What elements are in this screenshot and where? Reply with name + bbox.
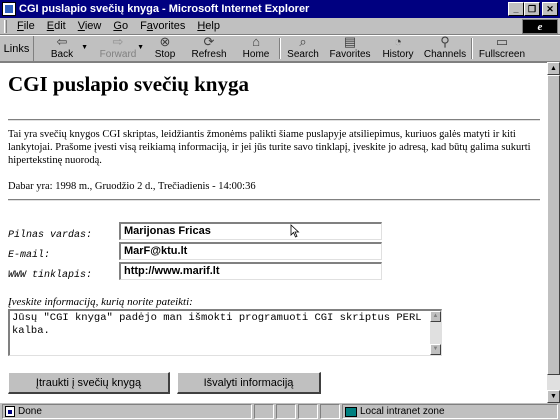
- stop-icon: ⊗: [159, 34, 171, 49]
- forward-dropdown-icon[interactable]: ▼: [137, 44, 144, 51]
- email-label: E-mail:: [8, 250, 51, 261]
- status-text-pane: Done: [2, 404, 252, 419]
- fullscreen-icon: ▭: [495, 34, 509, 49]
- page-title: CGI puslapio svečių knyga: [8, 72, 249, 96]
- website-label: WWW tinklapis:: [8, 270, 93, 281]
- comment-text: Jūsų "CGI knyga" padėjo man išmokti prog…: [12, 312, 428, 337]
- email-input[interactable]: MarF@ktu.lt: [119, 242, 382, 260]
- menu-edit[interactable]: Edit: [41, 20, 72, 32]
- menu-grip[interactable]: [4, 19, 7, 33]
- menu-view[interactable]: View: [72, 20, 108, 32]
- close-button[interactable]: ✕: [542, 2, 558, 16]
- search-button[interactable]: ⌕ Search: [282, 34, 324, 61]
- zone-text: Local intranet zone: [360, 406, 445, 417]
- status-pane-empty: [276, 404, 296, 419]
- menu-file[interactable]: File: [11, 20, 41, 32]
- status-text: Done: [18, 406, 42, 417]
- channels-icon: ⚲: [440, 34, 450, 49]
- refresh-button[interactable]: ⟳ Refresh: [184, 34, 234, 61]
- scroll-up-icon[interactable]: ▲: [547, 62, 560, 75]
- comment-scrollbar[interactable]: ▲ ▼: [430, 311, 441, 355]
- reset-button[interactable]: Išvalyti informaciją: [177, 372, 321, 394]
- security-zone-pane[interactable]: Local intranet zone: [342, 404, 558, 419]
- fullscreen-button[interactable]: ▭ Fullscreen: [474, 34, 530, 61]
- favorites-icon: ▤: [343, 34, 357, 49]
- favorites-button[interactable]: ▤ Favorites: [324, 34, 376, 61]
- name-label: Pilnas vardas:: [8, 230, 93, 241]
- scroll-up-icon[interactable]: ▲: [430, 311, 441, 322]
- comment-textarea[interactable]: Jūsų "CGI knyga" padėjo man išmokti prog…: [8, 309, 442, 356]
- status-bar: Done Local intranet zone: [0, 403, 560, 420]
- refresh-icon: ⟳: [203, 34, 215, 49]
- menu-favorites[interactable]: Favorites: [134, 20, 191, 32]
- horizontal-rule: [8, 199, 540, 201]
- text-cursor-icon: [290, 224, 300, 238]
- status-pane-empty: [298, 404, 318, 419]
- name-input[interactable]: Marijonas Fricas: [119, 222, 382, 240]
- minimize-button[interactable]: _: [508, 2, 524, 16]
- menu-help[interactable]: Help: [191, 20, 226, 32]
- horizontal-rule: [8, 119, 540, 121]
- window-title: CGI puslapio svečių knyga - Microsoft In…: [19, 3, 310, 15]
- scrollbar-thumb[interactable]: [547, 75, 560, 375]
- arrow-left-icon: ⇦: [56, 34, 68, 49]
- menu-bar: File Edit View Go Favorites Help: [0, 18, 560, 35]
- scroll-down-icon[interactable]: ▼: [430, 344, 441, 355]
- title-bar: CGI puslapio svečių knyga - Microsoft In…: [0, 0, 560, 18]
- website-input[interactable]: http://www.marif.lt: [119, 262, 382, 280]
- stop-button[interactable]: ⊗ Stop: [146, 34, 184, 61]
- intro-paragraph: Tai yra svečių knygos CGI skriptas, leid…: [8, 129, 531, 166]
- channels-button[interactable]: ⚲ Channels: [420, 34, 470, 61]
- forward-button[interactable]: ⇨ Forward ▼: [90, 34, 146, 61]
- toolbar: Links ⇦ Back ▼ ⇨ Forward ▼ ⊗ Stop ⟳ Refr…: [0, 35, 560, 62]
- arrow-right-icon: ⇨: [112, 34, 124, 49]
- maximize-button[interactable]: ❐: [524, 2, 540, 16]
- menu-go[interactable]: Go: [107, 20, 134, 32]
- toolbar-separator: [279, 38, 281, 59]
- ie-app-icon[interactable]: [2, 2, 16, 16]
- page-content: CGI puslapio svečių knyga Tai yra svečių…: [0, 62, 547, 403]
- window-controls: _ ❐ ✕: [508, 2, 558, 16]
- home-icon: ⌂: [252, 34, 260, 49]
- current-date-line: Dabar yra: 1998 m., Gruodžio 2 d., Treči…: [8, 181, 256, 192]
- back-button[interactable]: ⇦ Back ▼: [34, 34, 90, 61]
- submit-button[interactable]: Įtraukti į svečių knygą: [8, 372, 170, 394]
- page-done-icon: [5, 406, 15, 417]
- links-bar-label[interactable]: Links: [0, 36, 34, 61]
- comment-label: Įveskite informaciją, kurią norite patei…: [8, 296, 193, 308]
- page-scrollbar[interactable]: ▲ ▼: [547, 62, 560, 403]
- history-icon: ◔: [394, 34, 402, 49]
- scroll-down-icon[interactable]: ▼: [547, 390, 560, 403]
- history-button[interactable]: ◔ History: [376, 34, 420, 61]
- search-icon: ⌕: [299, 34, 307, 49]
- status-pane-empty: [254, 404, 274, 419]
- toolbar-separator: [471, 38, 473, 59]
- ie-throbber-logo-icon: e: [522, 19, 558, 34]
- home-button[interactable]: ⌂ Home: [234, 34, 278, 61]
- status-pane-empty: [320, 404, 340, 419]
- intranet-zone-icon: [345, 406, 357, 417]
- back-dropdown-icon[interactable]: ▼: [81, 44, 88, 51]
